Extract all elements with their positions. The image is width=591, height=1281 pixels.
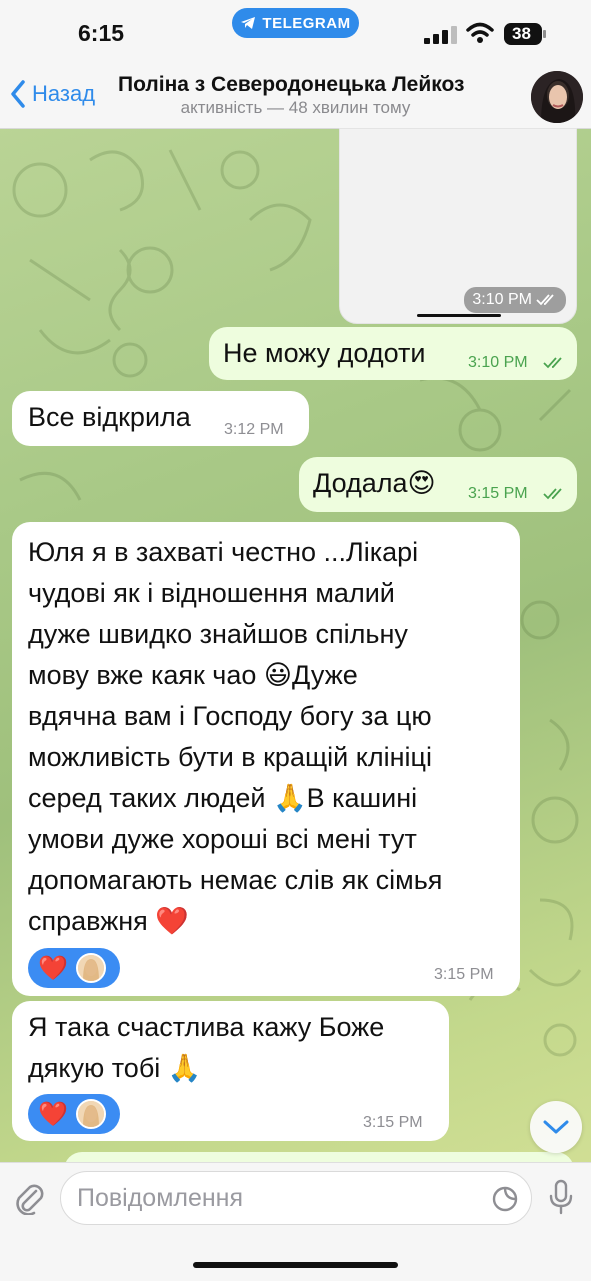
message-line: Я така счастлива кажу Боже [28, 1012, 385, 1042]
message-line: чудові як і відношення малий [28, 578, 395, 608]
microphone-icon[interactable] [548, 1179, 574, 1217]
reaction-badge[interactable]: ❤️ [28, 1094, 120, 1134]
avatar-photo [531, 71, 583, 123]
message-line: Юля я в захваті честно ...Лікарі [28, 537, 419, 567]
incoming-message[interactable]: Все відкрила 3:12 PM [12, 391, 309, 446]
wifi-icon [466, 22, 494, 43]
message-text: Я така счастлива кажу Боже дякую тобі 🙏 [28, 1007, 438, 1089]
chevron-down-icon [543, 1120, 569, 1134]
battery-level: 38 [512, 24, 531, 43]
heart-reaction: ❤️ [38, 954, 68, 982]
double-check-icon [536, 294, 554, 306]
scroll-to-bottom-button[interactable] [530, 1101, 582, 1153]
heart-reaction: ❤️ [38, 1100, 68, 1128]
message-time: 3:12 PM [224, 421, 284, 438]
message-line: мову вже каяк чао 😃Дуже [28, 660, 358, 690]
message-time: 3:10 PM [468, 354, 528, 371]
message-time: 3:15 PM [468, 485, 528, 502]
message-line: справжня ❤️ [28, 906, 189, 936]
chat-header: Назад Поліна з Северодонецька Лейкоз акт… [0, 60, 591, 129]
double-check-icon [543, 357, 562, 369]
outgoing-message[interactable]: Додала😍 3:15 PM [299, 457, 577, 512]
telegram-icon [241, 17, 256, 29]
signal-icon [424, 26, 457, 44]
message-placeholder: Повідомлення [77, 1184, 244, 1212]
message-text: Додала😍 [313, 468, 436, 498]
message-line: дуже швидко знайшов спільну [28, 619, 408, 649]
media-time-label: 3:10 PM [472, 291, 532, 308]
message-line: умови дуже хороші всі мені тут [28, 824, 417, 854]
incoming-message[interactable]: Я така счастлива кажу Боже дякую тобі 🙏 … [12, 1001, 449, 1141]
reaction-badge[interactable]: ❤️ [28, 948, 120, 988]
media-message[interactable]: 3:10 PM [339, 128, 577, 324]
message-text: Все відкрила [28, 402, 191, 432]
message-line: вдячна вам і Господу богу за цю [28, 701, 432, 731]
message-line: можливість бути в кращій клініці [28, 742, 432, 772]
double-check-icon [543, 488, 562, 500]
battery-icon: 38 [503, 22, 547, 46]
reaction-avatar [75, 1099, 106, 1129]
message-input[interactable]: Повідомлення [60, 1171, 532, 1225]
message-line: серед таких людей 🙏В кашині [28, 783, 418, 813]
message-time: 3:15 PM [434, 966, 494, 983]
reaction-avatar [75, 953, 106, 983]
sticker-icon[interactable] [491, 1185, 519, 1213]
telegram-pill[interactable]: TELEGRAM [232, 8, 359, 38]
chat-title[interactable]: Поліна з Северодонецька Лейкоз [118, 73, 513, 97]
chat-last-seen: активність — 48 хвилин тому [180, 98, 411, 117]
home-indicator [193, 1262, 398, 1268]
message-time: 3:10 PM [464, 287, 566, 313]
message-line: дякую тобі 🙏 [28, 1053, 202, 1083]
incoming-message[interactable]: Юля я в захваті честно ...Лікарі чудові … [12, 522, 520, 996]
message-text: Юля я в захваті честно ...Лікарі чудові … [28, 532, 512, 942]
outgoing-message[interactable]: Не можу додоти 3:10 PM [209, 327, 577, 380]
paperclip-icon[interactable] [12, 1181, 46, 1215]
message-line: допомагають немає слів як сімья [28, 865, 443, 895]
message-time: 3:15 PM [363, 1114, 423, 1131]
contact-avatar[interactable] [531, 71, 583, 123]
status-bar: 6:15 TELEGRAM 38 [0, 0, 591, 60]
media-home-bar [417, 314, 501, 317]
message-text: Не можу додоти [223, 338, 426, 368]
status-time: 6:15 [78, 20, 125, 46]
telegram-pill-label: TELEGRAM [262, 14, 351, 32]
